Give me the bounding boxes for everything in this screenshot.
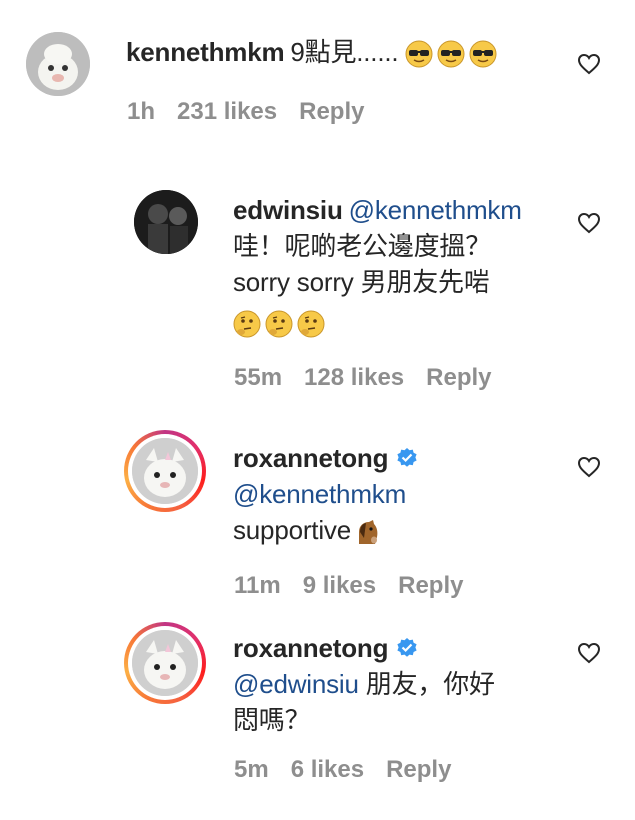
- sunglasses-face-icon: [469, 40, 497, 68]
- comment-meta: 55m 128 likes Reply: [234, 364, 514, 392]
- username[interactable]: edwinsiu: [233, 195, 343, 225]
- username[interactable]: kennethmkm: [126, 37, 285, 67]
- avatar[interactable]: [124, 430, 206, 512]
- likes-count[interactable]: 6 likes: [291, 756, 364, 783]
- timestamp: 5m: [234, 756, 269, 783]
- verified-badge-icon: [397, 448, 417, 467]
- timestamp: 55m: [234, 364, 283, 391]
- thinking-face-icon: [297, 310, 325, 338]
- likes-count[interactable]: 231 likes: [177, 98, 277, 125]
- comment-body: supportive: [233, 515, 351, 545]
- heart-icon[interactable]: [577, 456, 601, 478]
- likes-count[interactable]: 9 likes: [303, 572, 376, 599]
- comment-line: sorry sorry 男朋友先啱: [233, 267, 490, 297]
- comment-line: 悶嗎？: [233, 705, 311, 735]
- sunglasses-face-icon: [405, 40, 433, 68]
- thinking-face-icon: [265, 310, 293, 338]
- reply-button[interactable]: Reply: [386, 756, 451, 783]
- comment-text: roxannetong @edwinsiu 朋友，你好 悶嗎？: [233, 630, 573, 738]
- comment-body: 9點見......: [290, 37, 399, 67]
- username[interactable]: roxannetong: [233, 633, 388, 663]
- reply-button[interactable]: Reply: [426, 364, 491, 391]
- comment-text: edwinsiu @kennethmkm 哇！呢啲老公邊度搵？ sorry sor…: [233, 192, 573, 340]
- comment-meta: 11m 9 likes Reply: [234, 572, 485, 600]
- verified-badge-icon: [397, 638, 417, 657]
- thinking-face-icon: [233, 310, 261, 338]
- comment-roxannetong-2: roxannetong @edwinsiu 朋友，你好 悶嗎？ 5m 6 like…: [0, 616, 635, 820]
- comment-roxannetong-1: roxannetong @kennethmkm supportive 11m 9 …: [0, 420, 635, 616]
- sunglasses-face-icon: [437, 40, 465, 68]
- comment-kennethmkm: kennethmkm 9點見...... 1h 231 likes Reply: [0, 0, 635, 150]
- likes-count[interactable]: 128 likes: [304, 364, 404, 391]
- heart-icon[interactable]: [577, 53, 601, 75]
- heart-icon[interactable]: [577, 642, 601, 664]
- horse-face-icon: [358, 520, 378, 545]
- avatar[interactable]: [26, 32, 90, 96]
- comment-meta: 5m 6 likes Reply: [234, 756, 473, 784]
- reply-button[interactable]: Reply: [299, 98, 364, 125]
- mention-link[interactable]: @kennethmkm: [233, 476, 573, 512]
- mention-link[interactable]: @kennethmkm: [349, 195, 522, 225]
- comment-edwinsiu: edwinsiu @kennethmkm 哇！呢啲老公邊度搵？ sorry sor…: [0, 150, 635, 420]
- avatar[interactable]: [124, 622, 206, 704]
- timestamp: 11m: [234, 572, 281, 599]
- comment-line: 哇！呢啲老公邊度搵？: [233, 231, 492, 261]
- avatar[interactable]: [134, 190, 198, 254]
- comment-text: kennethmkm 9點見......: [126, 34, 556, 70]
- comment-text: roxannetong @kennethmkm supportive: [233, 440, 573, 548]
- timestamp: 1h: [127, 98, 156, 125]
- mention-link[interactable]: @edwinsiu: [233, 669, 359, 699]
- comment-meta: 1h 231 likes Reply: [127, 98, 386, 126]
- reply-button[interactable]: Reply: [398, 572, 463, 599]
- heart-icon[interactable]: [577, 212, 601, 234]
- comment-body: 朋友，你好: [365, 669, 495, 699]
- username[interactable]: roxannetong: [233, 443, 388, 473]
